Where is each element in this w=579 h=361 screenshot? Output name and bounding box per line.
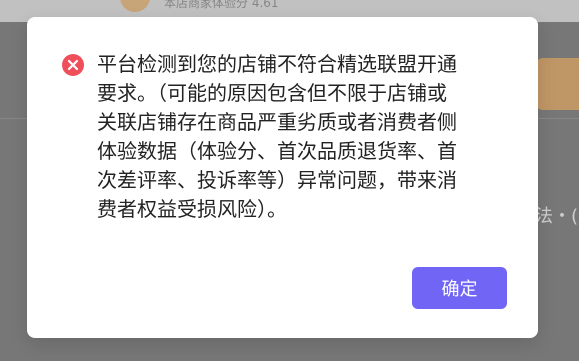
error-circle-icon [62,54,84,76]
message-line: 次差评率、投诉率等）异常问题，带来消 [97,168,457,192]
message-line: 平台检测到您的店铺不符合精选联盟开通 [97,52,457,76]
shop-score-text: 本店商家体验分 4.61 [164,0,279,10]
background-right-snippet: 法・( [535,206,579,227]
screen: 本店商家体验分 4.61 法・( 平台检测到您的店铺不符合精选联盟开通 要求。（… [0,0,579,361]
message-line: 关联店铺存在商品严重劣质或者消费者侧 [97,110,457,134]
error-dialog: 平台检测到您的店铺不符合精选联盟开通 要求。（可能的原因包含但不限于店铺或 关联… [27,17,538,338]
confirm-button[interactable]: 确定 [412,267,507,309]
dialog-message: 平台检测到您的店铺不符合精选联盟开通 要求。（可能的原因包含但不限于店铺或 关联… [97,50,481,224]
message-line: 费者权益受损风险）。 [97,197,287,221]
background-action-button [535,58,579,110]
message-line: 要求。（可能的原因包含但不限于店铺或 [97,81,447,105]
message-line: 体验数据（体验分、首次品质退货率、首 [97,139,457,163]
